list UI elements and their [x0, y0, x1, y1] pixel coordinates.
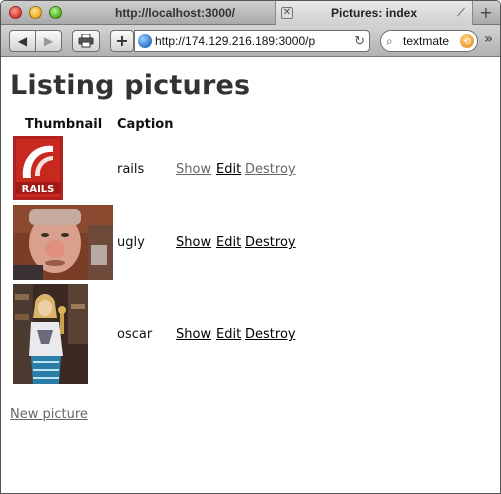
search-field[interactable]: ⌕ textmate ⟲ [380, 30, 478, 52]
tab-pictures-index[interactable]: ✕ Pictures: index ⟋ [275, 1, 473, 25]
minimize-window-button[interactable] [29, 6, 42, 19]
zoom-window-button[interactable] [49, 6, 62, 19]
person-photo [13, 284, 88, 384]
destroy-link[interactable]: Destroy [245, 235, 296, 250]
edit-link[interactable]: Edit [216, 235, 241, 250]
tab-label: Pictures: index [330, 6, 418, 20]
rails-logo-image: RAILS [13, 136, 63, 200]
new-picture-link[interactable]: New picture [10, 407, 88, 422]
caption-oscar: oscar [117, 327, 153, 342]
globe-icon [138, 34, 152, 48]
face-photo [13, 205, 113, 280]
print-button[interactable] [72, 30, 100, 52]
thumbnail-rails: RAILS [13, 136, 63, 200]
tab-localhost[interactable]: http://localhost:3000/ [75, 1, 275, 25]
thumbnail-oscar [13, 284, 88, 384]
caption-rails: rails [117, 162, 145, 177]
close-window-button[interactable] [9, 6, 22, 19]
thumbnail-ugly [13, 205, 113, 280]
destroy-link[interactable]: Destroy [245, 327, 296, 342]
search-icon: ⌕ [386, 34, 393, 48]
browser-window: http://localhost:3000/ ✕ Pictures: index… [0, 0, 501, 494]
column-header-caption: Caption [117, 117, 174, 132]
toolbar-overflow-icon[interactable]: » [484, 31, 493, 47]
edit-link[interactable]: Edit [216, 162, 241, 177]
new-tab-button[interactable]: + [476, 3, 496, 23]
show-link[interactable]: Show [176, 235, 211, 250]
column-header-thumbnail: Thumbnail [25, 117, 103, 132]
address-bar[interactable]: http://174.129.216.189:3000/p ↻ [134, 30, 370, 52]
toolbar: ◀ ▶ + http://174.129.216.189:3000/p ↻ ⌕ … [1, 25, 500, 57]
reload-icon[interactable]: ↻ [354, 31, 365, 51]
back-button[interactable]: ◀ [9, 30, 36, 52]
edit-link[interactable]: Edit [216, 327, 241, 342]
svg-text:RAILS: RAILS [22, 184, 55, 195]
caption-ugly: ugly [117, 235, 145, 250]
add-bookmark-button[interactable]: + [110, 30, 134, 52]
tab-grip-icon[interactable]: ⟋ [454, 6, 468, 20]
search-go-icon[interactable]: ⟲ [460, 34, 474, 48]
page-title: Listing pictures [10, 70, 251, 101]
address-text: http://174.129.216.189:3000/p [155, 34, 316, 48]
show-link[interactable]: Show [176, 162, 211, 177]
search-value: textmate [403, 34, 450, 48]
destroy-link[interactable]: Destroy [245, 162, 296, 177]
tab-label: http://localhost:3000/ [114, 6, 236, 20]
printer-icon [78, 33, 94, 48]
show-link[interactable]: Show [176, 327, 211, 342]
forward-button[interactable]: ▶ [35, 30, 62, 52]
close-tab-icon[interactable]: ✕ [281, 7, 293, 19]
page-content: Listing pictures Thumbnail Caption RAILS… [1, 58, 500, 493]
tab-bar: http://localhost:3000/ ✕ Pictures: index… [1, 1, 500, 25]
